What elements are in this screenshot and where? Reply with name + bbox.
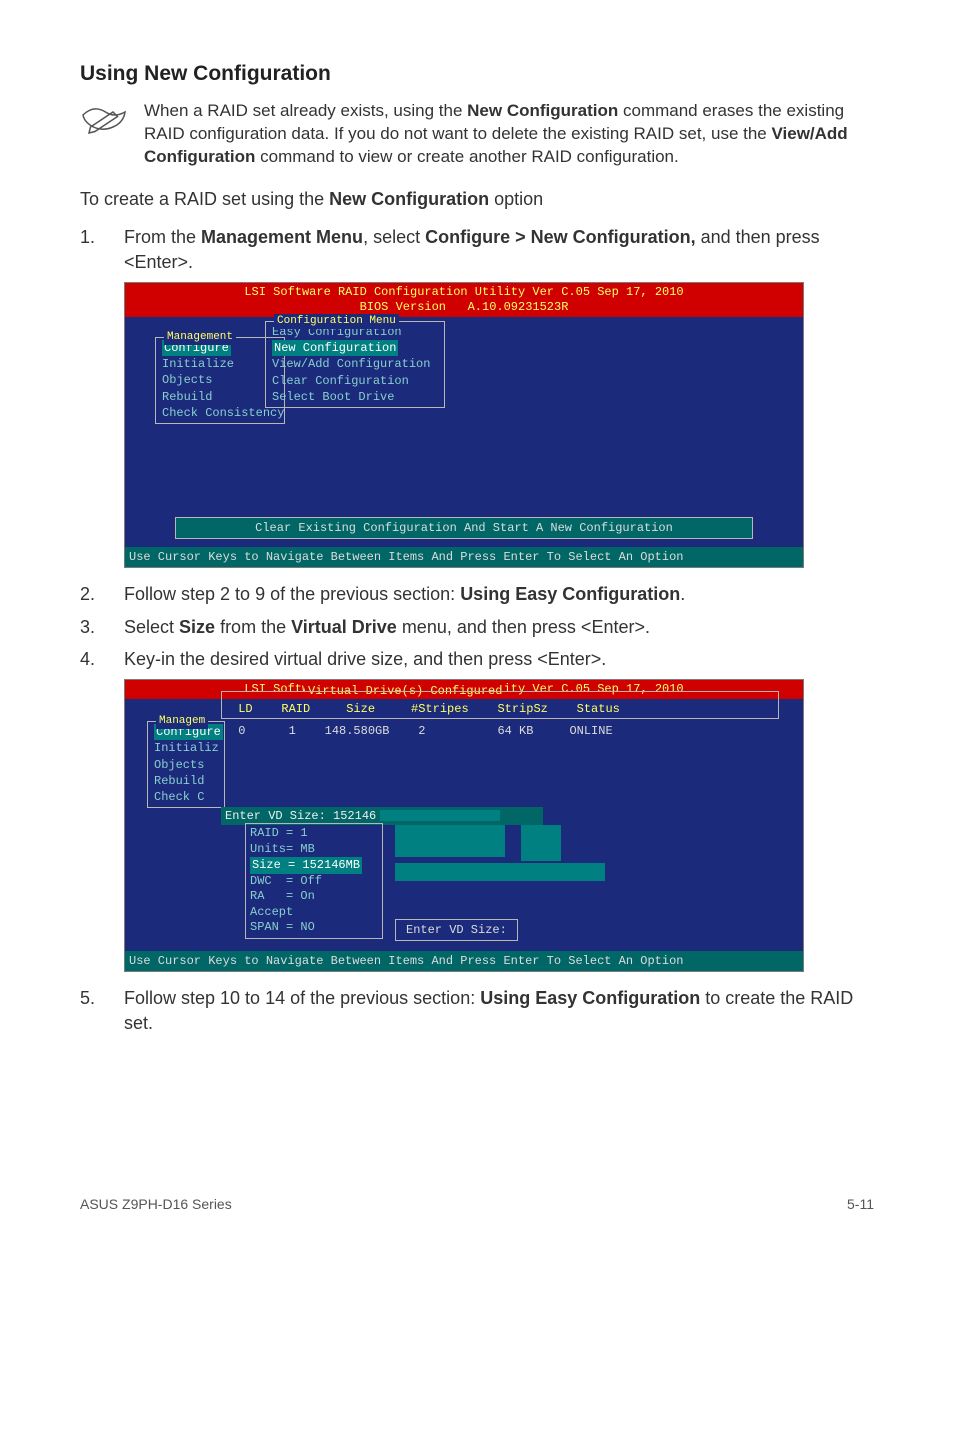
enter-vd-size-label: Enter VD Size: 152146	[225, 809, 376, 823]
step-text: Follow step 10 to 14 of the previous sec…	[124, 986, 874, 1035]
configuration-menu-legend: Configuration Menu	[274, 314, 399, 329]
footer-left: ASUS Z9PH-D16 Series	[80, 1195, 232, 1214]
bios-body: Virtual Drive(s) Configured LD RAID Size…	[125, 699, 803, 951]
management-menu-legend: Managem	[156, 714, 208, 729]
step-1: 1. From the Management Menu, select Conf…	[80, 225, 874, 274]
note-text-part: When a RAID set already exists, using th…	[144, 101, 467, 120]
configuration-menu-panel: Configuration Menu Easy Configuration Ne…	[265, 321, 445, 408]
step-number: 1.	[80, 225, 124, 274]
step-part: From the	[124, 227, 201, 247]
decorative-block	[395, 825, 505, 857]
bios-title-bar: LSI Software RAID Configuration Utility …	[125, 283, 803, 317]
note-bold: New Configuration	[467, 101, 618, 120]
step-text: Follow step 2 to 9 of the previous secti…	[124, 582, 874, 606]
intro-text: To create a RAID set using the New Confi…	[80, 187, 874, 211]
step-bold: Using Easy Configuration	[480, 988, 700, 1008]
management-menu-legend: Management	[164, 330, 236, 345]
configuration-menu-item[interactable]: Clear Configuration	[272, 373, 438, 389]
intro-part: To create a RAID set using the	[80, 189, 329, 209]
vd-property[interactable]: Size = 152146MB	[250, 857, 362, 873]
bios-hint-box: Clear Existing Configuration And Start A…	[175, 517, 753, 539]
vd-table-header: LD RAID Size #Stripes StripSz Status	[231, 701, 620, 717]
management-menu-item[interactable]: Initializ	[154, 740, 218, 756]
intro-bold: New Configuration	[329, 189, 489, 209]
vd-property[interactable]: DWC = Off	[250, 874, 378, 890]
note-text-part: command to view or create another RAID c…	[255, 147, 678, 166]
step-number: 4.	[80, 647, 124, 671]
management-menu-item[interactable]: Check C	[154, 789, 218, 805]
step-bold: Using Easy Configuration	[460, 584, 680, 604]
management-menu-item[interactable]: Objects	[154, 757, 218, 773]
step-part: , select	[363, 227, 425, 247]
step-bold: Management Menu	[201, 227, 363, 247]
step-text: Select Size from the Virtual Drive menu,…	[124, 615, 874, 639]
step-part: Follow step 2 to 9 of the previous secti…	[124, 584, 460, 604]
bios-screenshot-1: LSI Software RAID Configuration Utility …	[124, 282, 804, 568]
management-menu-panel: Managem Configure Initializ Objects Rebu…	[147, 721, 225, 808]
note-block: When a RAID set already exists, using th…	[80, 100, 874, 169]
pencil-note-icon	[80, 100, 136, 144]
step-part: Follow step 10 to 14 of the previous sec…	[124, 988, 480, 1008]
step-number: 5.	[80, 986, 124, 1035]
bios-screenshot-2: LSI Software RAID Configuration Utility …	[124, 679, 804, 972]
step-4: 4. Key-in the desired virtual drive size…	[80, 647, 874, 671]
management-menu-item[interactable]: Rebuild	[154, 773, 218, 789]
vd-properties-panel: RAID = 1 Units= MB Size = 152146MB DWC =…	[245, 823, 383, 939]
management-menu-item[interactable]: Objects	[162, 372, 278, 388]
step-number: 2.	[80, 582, 124, 606]
step-2: 2. Follow step 2 to 9 of the previous se…	[80, 582, 874, 606]
intro-part: option	[489, 189, 543, 209]
step-bold: Configure > New Configuration,	[425, 227, 696, 247]
vd-property[interactable]: Units= MB	[250, 842, 378, 858]
text-cursor-icon	[380, 810, 500, 821]
management-menu-item[interactable]: Check Consistency	[162, 405, 278, 421]
step-part: menu, and then press <Enter>.	[397, 617, 650, 637]
step-number: 3.	[80, 615, 124, 639]
step-text: Key-in the desired virtual drive size, a…	[124, 647, 874, 671]
page-footer: ASUS Z9PH-D16 Series 5-11	[80, 1195, 874, 1214]
bios-status-bar: Use Cursor Keys to Navigate Between Item…	[125, 547, 803, 567]
step-3: 3. Select Size from the Virtual Drive me…	[80, 615, 874, 639]
configuration-menu-item[interactable]: View/Add Configuration	[272, 356, 438, 372]
bios-title-line2: BIOS Version A.10.09231523R	[360, 300, 569, 314]
step-text: From the Management Menu, select Configu…	[124, 225, 874, 274]
step-bold: Size	[179, 617, 215, 637]
bios-status-bar: Use Cursor Keys to Navigate Between Item…	[125, 951, 803, 971]
section-heading: Using New Configuration	[80, 60, 874, 88]
decorative-block	[395, 863, 605, 881]
management-menu-item[interactable]: Initialize	[162, 356, 278, 372]
vd-property[interactable]: Accept	[250, 905, 378, 921]
vd-table-row: 0 1 148.580GB 2 64 KB ONLINE	[231, 723, 613, 739]
vd-property[interactable]: RAID = 1	[250, 826, 378, 842]
step-part: .	[680, 584, 685, 604]
vd-property[interactable]: RA = On	[250, 889, 378, 905]
step-part: Select	[124, 617, 179, 637]
configuration-menu-item[interactable]: Select Boot Drive	[272, 389, 438, 405]
step-part: from the	[215, 617, 291, 637]
note-text: When a RAID set already exists, using th…	[136, 100, 874, 169]
management-menu-item[interactable]: Rebuild	[162, 389, 278, 405]
configuration-menu-item[interactable]: New Configuration	[272, 340, 398, 356]
bios-body: Management Configure Initialize Objects …	[125, 317, 803, 547]
bios-title-line1: LSI Software RAID Configuration Utility …	[244, 285, 683, 299]
step-5: 5. Follow step 10 to 14 of the previous …	[80, 986, 874, 1035]
footer-right: 5-11	[847, 1195, 874, 1214]
bios-hint-box: Enter VD Size:	[395, 919, 518, 941]
step-bold: Virtual Drive	[291, 617, 397, 637]
vd-property[interactable]: SPAN = NO	[250, 920, 378, 936]
decorative-block	[521, 825, 561, 861]
